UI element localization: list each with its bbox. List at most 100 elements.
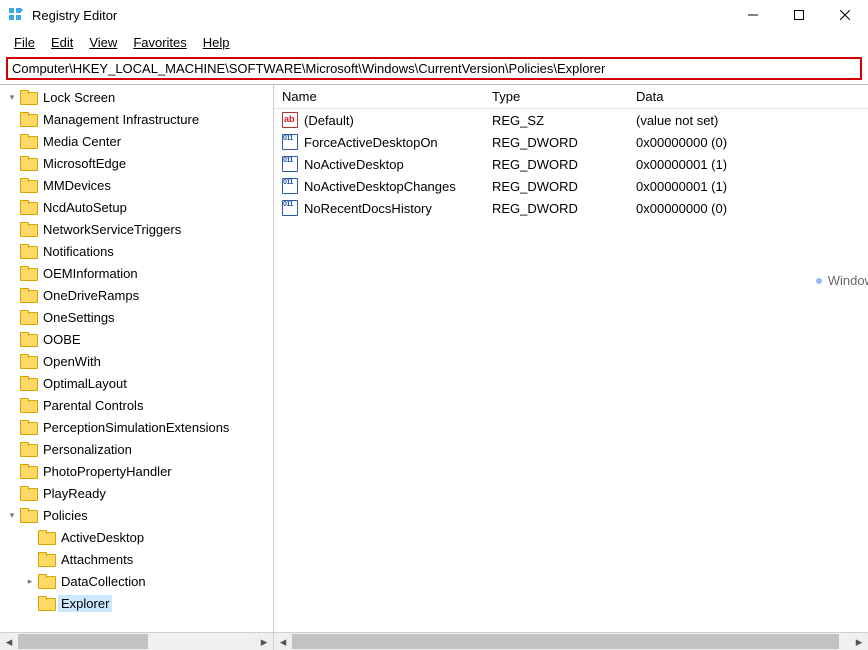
tree-item[interactable]: OptimalLayout: [0, 372, 273, 394]
expander-icon[interactable]: ▸: [24, 576, 36, 587]
col-header-type[interactable]: Type: [484, 89, 628, 104]
string-value-icon: [282, 112, 298, 128]
value-type: REG_DWORD: [484, 135, 628, 150]
folder-icon: [20, 376, 36, 390]
value-name: (Default): [304, 113, 354, 128]
maximize-button[interactable]: [776, 0, 822, 30]
value-data: 0x00000001 (1): [628, 179, 868, 194]
folder-icon: [20, 134, 36, 148]
tree-item-label: OOBE: [40, 331, 84, 348]
tree-item-label: PerceptionSimulationExtensions: [40, 419, 232, 436]
tree-item[interactable]: Management Infrastructure: [0, 108, 273, 130]
tree-item[interactable]: Personalization: [0, 438, 273, 460]
folder-icon: [20, 310, 36, 324]
menu-view[interactable]: View: [81, 33, 125, 52]
tree-item[interactable]: PerceptionSimulationExtensions: [0, 416, 273, 438]
tree-item[interactable]: NcdAutoSetup: [0, 196, 273, 218]
tree-item-label: OptimalLayout: [40, 375, 130, 392]
scroll-track[interactable]: [18, 633, 255, 650]
tree-item-label: Policies: [40, 507, 91, 524]
folder-icon: [20, 332, 36, 346]
expander-icon[interactable]: ▾: [6, 510, 18, 521]
list-row[interactable]: (Default)REG_SZ(value not set): [274, 109, 868, 131]
tree-item[interactable]: ▾ Policies: [0, 504, 273, 526]
tree-item-label: OneSettings: [40, 309, 118, 326]
folder-icon: [20, 398, 36, 412]
scroll-right-button[interactable]: ▸: [850, 633, 868, 650]
folder-icon: [20, 508, 36, 522]
address-input[interactable]: [6, 57, 862, 80]
expander-icon[interactable]: ▾: [6, 92, 18, 103]
dword-value-icon: [282, 178, 298, 194]
tree-item[interactable]: Parental Controls: [0, 394, 273, 416]
menu-help[interactable]: Help: [195, 33, 238, 52]
tree-item[interactable]: OneSettings: [0, 306, 273, 328]
scroll-thumb[interactable]: [292, 634, 839, 649]
folder-icon: [20, 200, 36, 214]
tree-item[interactable]: ▾ Lock Screen: [0, 86, 273, 108]
tree-item[interactable]: OpenWith: [0, 350, 273, 372]
main-area: ▾ Lock Screen Management InfrastructureMed…: [0, 84, 868, 650]
menu-edit[interactable]: Edit: [43, 33, 81, 52]
minimize-button[interactable]: [730, 0, 776, 30]
tree-item-label: Notifications: [40, 243, 117, 260]
col-header-data[interactable]: Data: [628, 89, 868, 104]
list-row[interactable]: NoActiveDesktopChangesREG_DWORD0x0000000…: [274, 175, 868, 197]
folder-icon: [38, 596, 54, 610]
tree-item-label: Explorer: [58, 595, 112, 612]
folder-icon: [38, 574, 54, 588]
tree-item-label: NcdAutoSetup: [40, 199, 130, 216]
col-header-name[interactable]: Name: [274, 89, 484, 104]
tree-item[interactable]: OneDriveRamps: [0, 284, 273, 306]
list-row[interactable]: NoActiveDesktopREG_DWORD0x00000001 (1): [274, 153, 868, 175]
tree-item[interactable]: Notifications: [0, 240, 273, 262]
tree-item[interactable]: OOBE: [0, 328, 273, 350]
tree-hscroll[interactable]: ◂ ▸: [0, 632, 273, 650]
list-row[interactable]: NoRecentDocsHistoryREG_DWORD0x00000000 (…: [274, 197, 868, 219]
folder-icon: [20, 420, 36, 434]
tree-item-label: Lock Screen: [40, 89, 118, 106]
scroll-thumb[interactable]: [18, 634, 148, 649]
list-hscroll[interactable]: ◂ ▸: [274, 632, 868, 650]
tree-item-label: OEMInformation: [40, 265, 141, 282]
list-body[interactable]: (Default)REG_SZ(value not set)ForceActiv…: [274, 109, 868, 632]
value-data: (value not set): [628, 113, 868, 128]
value-type: REG_DWORD: [484, 201, 628, 216]
scroll-right-button[interactable]: ▸: [255, 633, 273, 650]
tree-item[interactable]: PlayReady: [0, 482, 273, 504]
tree-item-label: ActiveDesktop: [58, 529, 147, 546]
folder-icon: [20, 222, 36, 236]
menu-favorites[interactable]: Favorites: [125, 33, 194, 52]
list-row[interactable]: ForceActiveDesktopOnREG_DWORD0x00000000 …: [274, 131, 868, 153]
tree-item[interactable]: Explorer: [0, 592, 273, 614]
tree-item[interactable]: ActiveDesktop: [0, 526, 273, 548]
value-data: 0x00000000 (0): [628, 135, 868, 150]
scroll-track[interactable]: [292, 633, 850, 650]
tree-item-label: MMDevices: [40, 177, 114, 194]
folder-icon: [20, 178, 36, 192]
tree-item[interactable]: NetworkServiceTriggers: [0, 218, 273, 240]
value-name: NoRecentDocsHistory: [304, 201, 432, 216]
scroll-left-button[interactable]: ◂: [274, 633, 292, 650]
tree-item-label: Attachments: [58, 551, 136, 568]
folder-icon: [38, 552, 54, 566]
folder-icon: [20, 112, 36, 126]
list-header: Name Type Data: [274, 85, 868, 109]
tree-item[interactable]: PhotoPropertyHandler: [0, 460, 273, 482]
scroll-left-button[interactable]: ◂: [0, 633, 18, 650]
tree-item-label: DataCollection: [58, 573, 149, 590]
dword-value-icon: [282, 134, 298, 150]
close-button[interactable]: [822, 0, 868, 30]
tree-item-label: NetworkServiceTriggers: [40, 221, 184, 238]
tree-item[interactable]: Media Center: [0, 130, 273, 152]
tree-item[interactable]: MicrosoftEdge: [0, 152, 273, 174]
tree-item[interactable]: OEMInformation: [0, 262, 273, 284]
tree-item[interactable]: Attachments: [0, 548, 273, 570]
window-title: Registry Editor: [32, 8, 117, 23]
tree[interactable]: ▾ Lock Screen Management InfrastructureMed…: [0, 85, 273, 632]
values-pane: Name Type Data (Default)REG_SZ(value not…: [274, 85, 868, 650]
dword-value-icon: [282, 156, 298, 172]
tree-item[interactable]: ▸ DataCollection: [0, 570, 273, 592]
menu-file[interactable]: File: [6, 33, 43, 52]
tree-item[interactable]: MMDevices: [0, 174, 273, 196]
